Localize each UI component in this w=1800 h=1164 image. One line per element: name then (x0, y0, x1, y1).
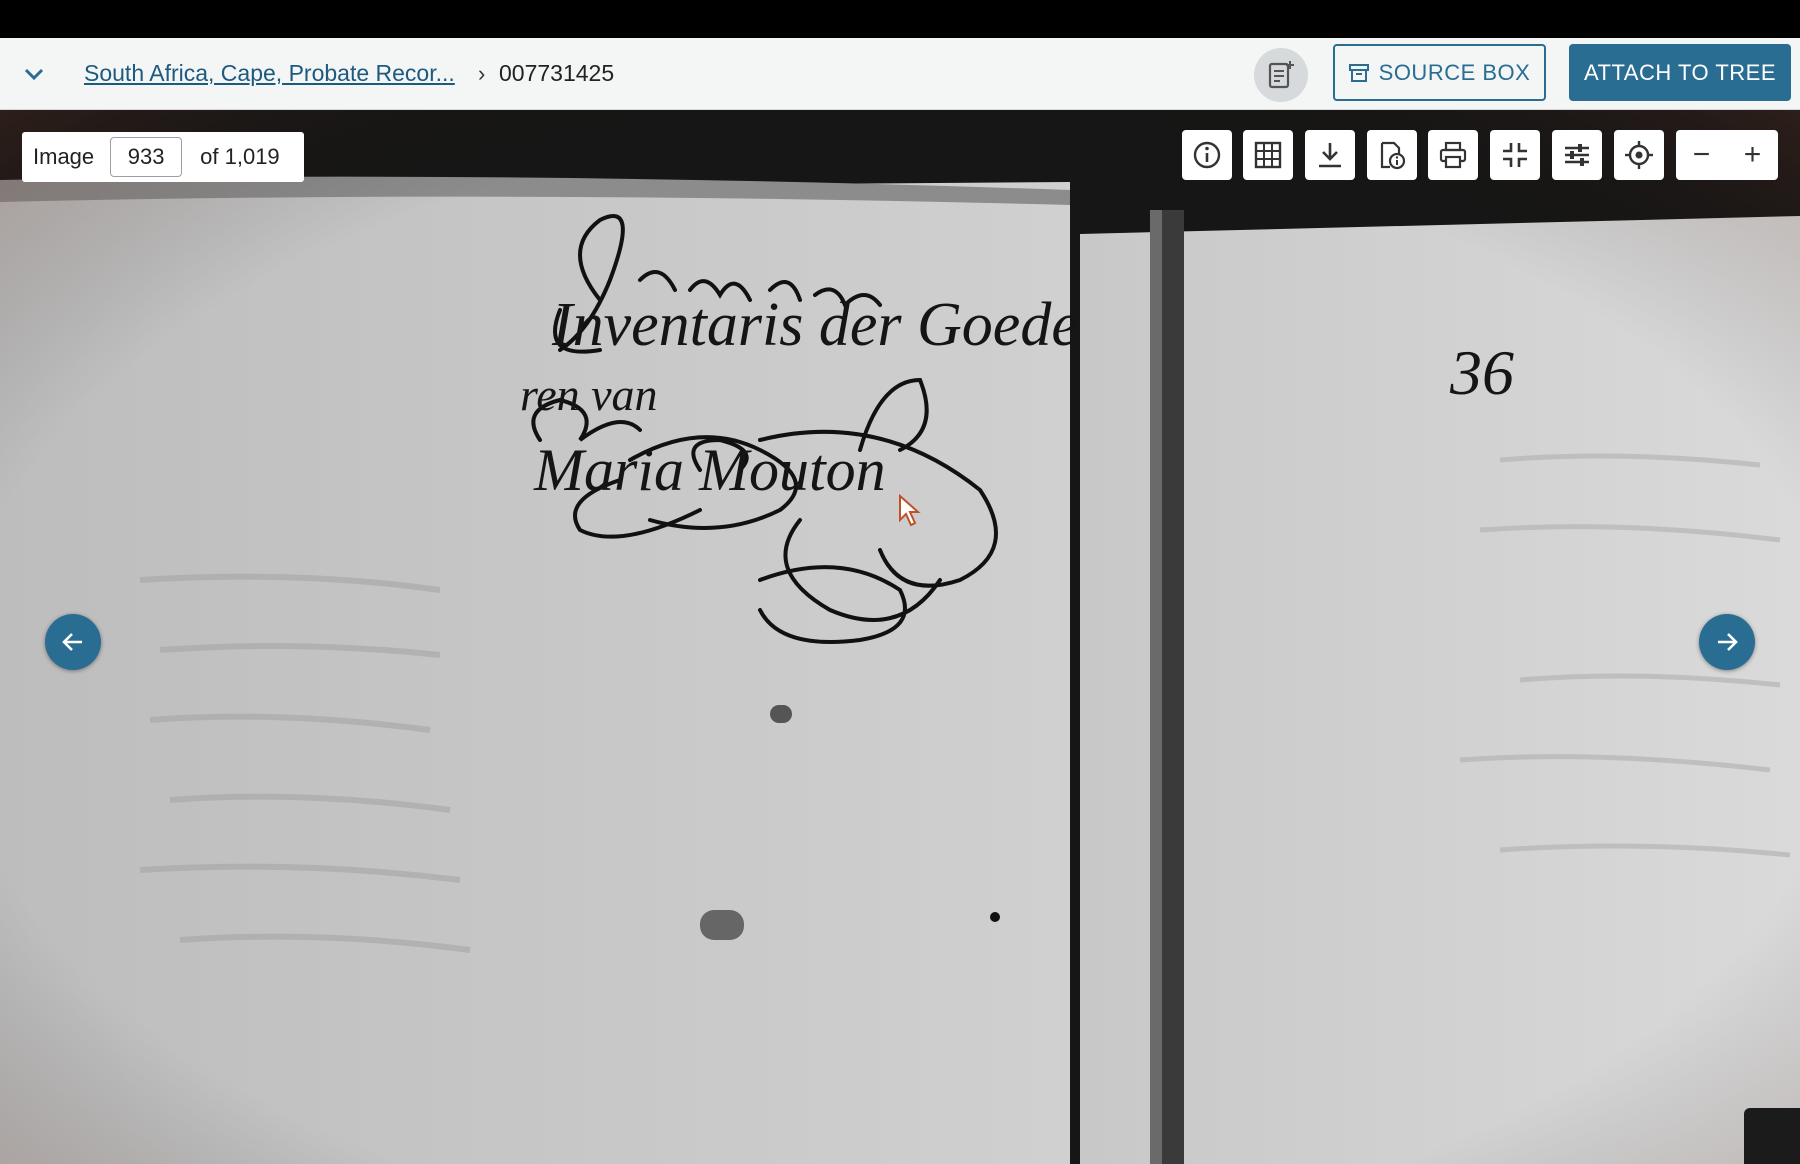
side-panel-toggle[interactable] (1744, 1108, 1800, 1164)
print-icon (1439, 141, 1467, 169)
fit-screen-button[interactable] (1490, 130, 1540, 180)
download-icon (1319, 143, 1341, 168)
attach-to-tree-button[interactable]: ATTACH TO TREE (1569, 44, 1791, 101)
source-box-label: SOURCE BOX (1378, 59, 1531, 85)
record-info-button[interactable] (1367, 130, 1417, 180)
info-icon (1193, 141, 1221, 169)
document-subheading: ren van (520, 369, 658, 420)
note-add-icon (1268, 61, 1294, 89)
next-image-button[interactable] (1699, 614, 1755, 670)
source-box-button[interactable]: SOURCE BOX (1333, 44, 1546, 101)
download-button[interactable] (1305, 130, 1355, 180)
record-image (0, 110, 1800, 1164)
document-heading: Inventaris der Goede (552, 291, 1079, 359)
record-info-icon (1380, 141, 1406, 170)
previous-image-button[interactable] (45, 614, 101, 670)
breadcrumb-separator: › (478, 61, 486, 86)
arrow-right-icon (1718, 633, 1738, 651)
document-name: Maria Mouton (534, 437, 886, 503)
browser-top-bar (0, 0, 1800, 38)
image-label: Image (33, 144, 95, 169)
image-viewer[interactable]: Inventaris der Goede ren van Maria Mouto… (0, 110, 1800, 1164)
add-note-button[interactable] (1254, 48, 1308, 102)
page-number-handwritten: 36 (1450, 337, 1514, 408)
adjust-icon (1565, 144, 1589, 166)
locate-button[interactable] (1614, 130, 1664, 180)
breadcrumb-film-number: 007731425 (499, 60, 615, 86)
fit-screen-icon (1503, 143, 1527, 167)
zoom-out-button[interactable]: − (1676, 130, 1727, 180)
mouse-cursor-icon (899, 494, 921, 527)
print-button[interactable] (1428, 130, 1478, 180)
archive-box-icon (1348, 63, 1369, 82)
gallery-button[interactable] (1243, 130, 1293, 180)
image-number-input[interactable] (110, 137, 183, 177)
grid-icon (1254, 141, 1282, 169)
zoom-in-button[interactable]: + (1727, 130, 1778, 180)
header-bar: South Africa, Cape, Probate Recor... › 0… (0, 38, 1800, 110)
locate-icon (1625, 141, 1653, 169)
breadcrumb-collection-link[interactable]: South Africa, Cape, Probate Recor... (84, 60, 455, 87)
zoom-controls: − + (1676, 130, 1778, 180)
info-button[interactable] (1182, 130, 1232, 180)
image-counter: Image of 1,019 (22, 132, 304, 182)
arrow-left-icon (62, 633, 82, 651)
collapse-chevron-icon[interactable] (20, 60, 48, 88)
adjust-image-button[interactable] (1552, 130, 1602, 180)
image-total: of 1,019 (200, 144, 280, 169)
